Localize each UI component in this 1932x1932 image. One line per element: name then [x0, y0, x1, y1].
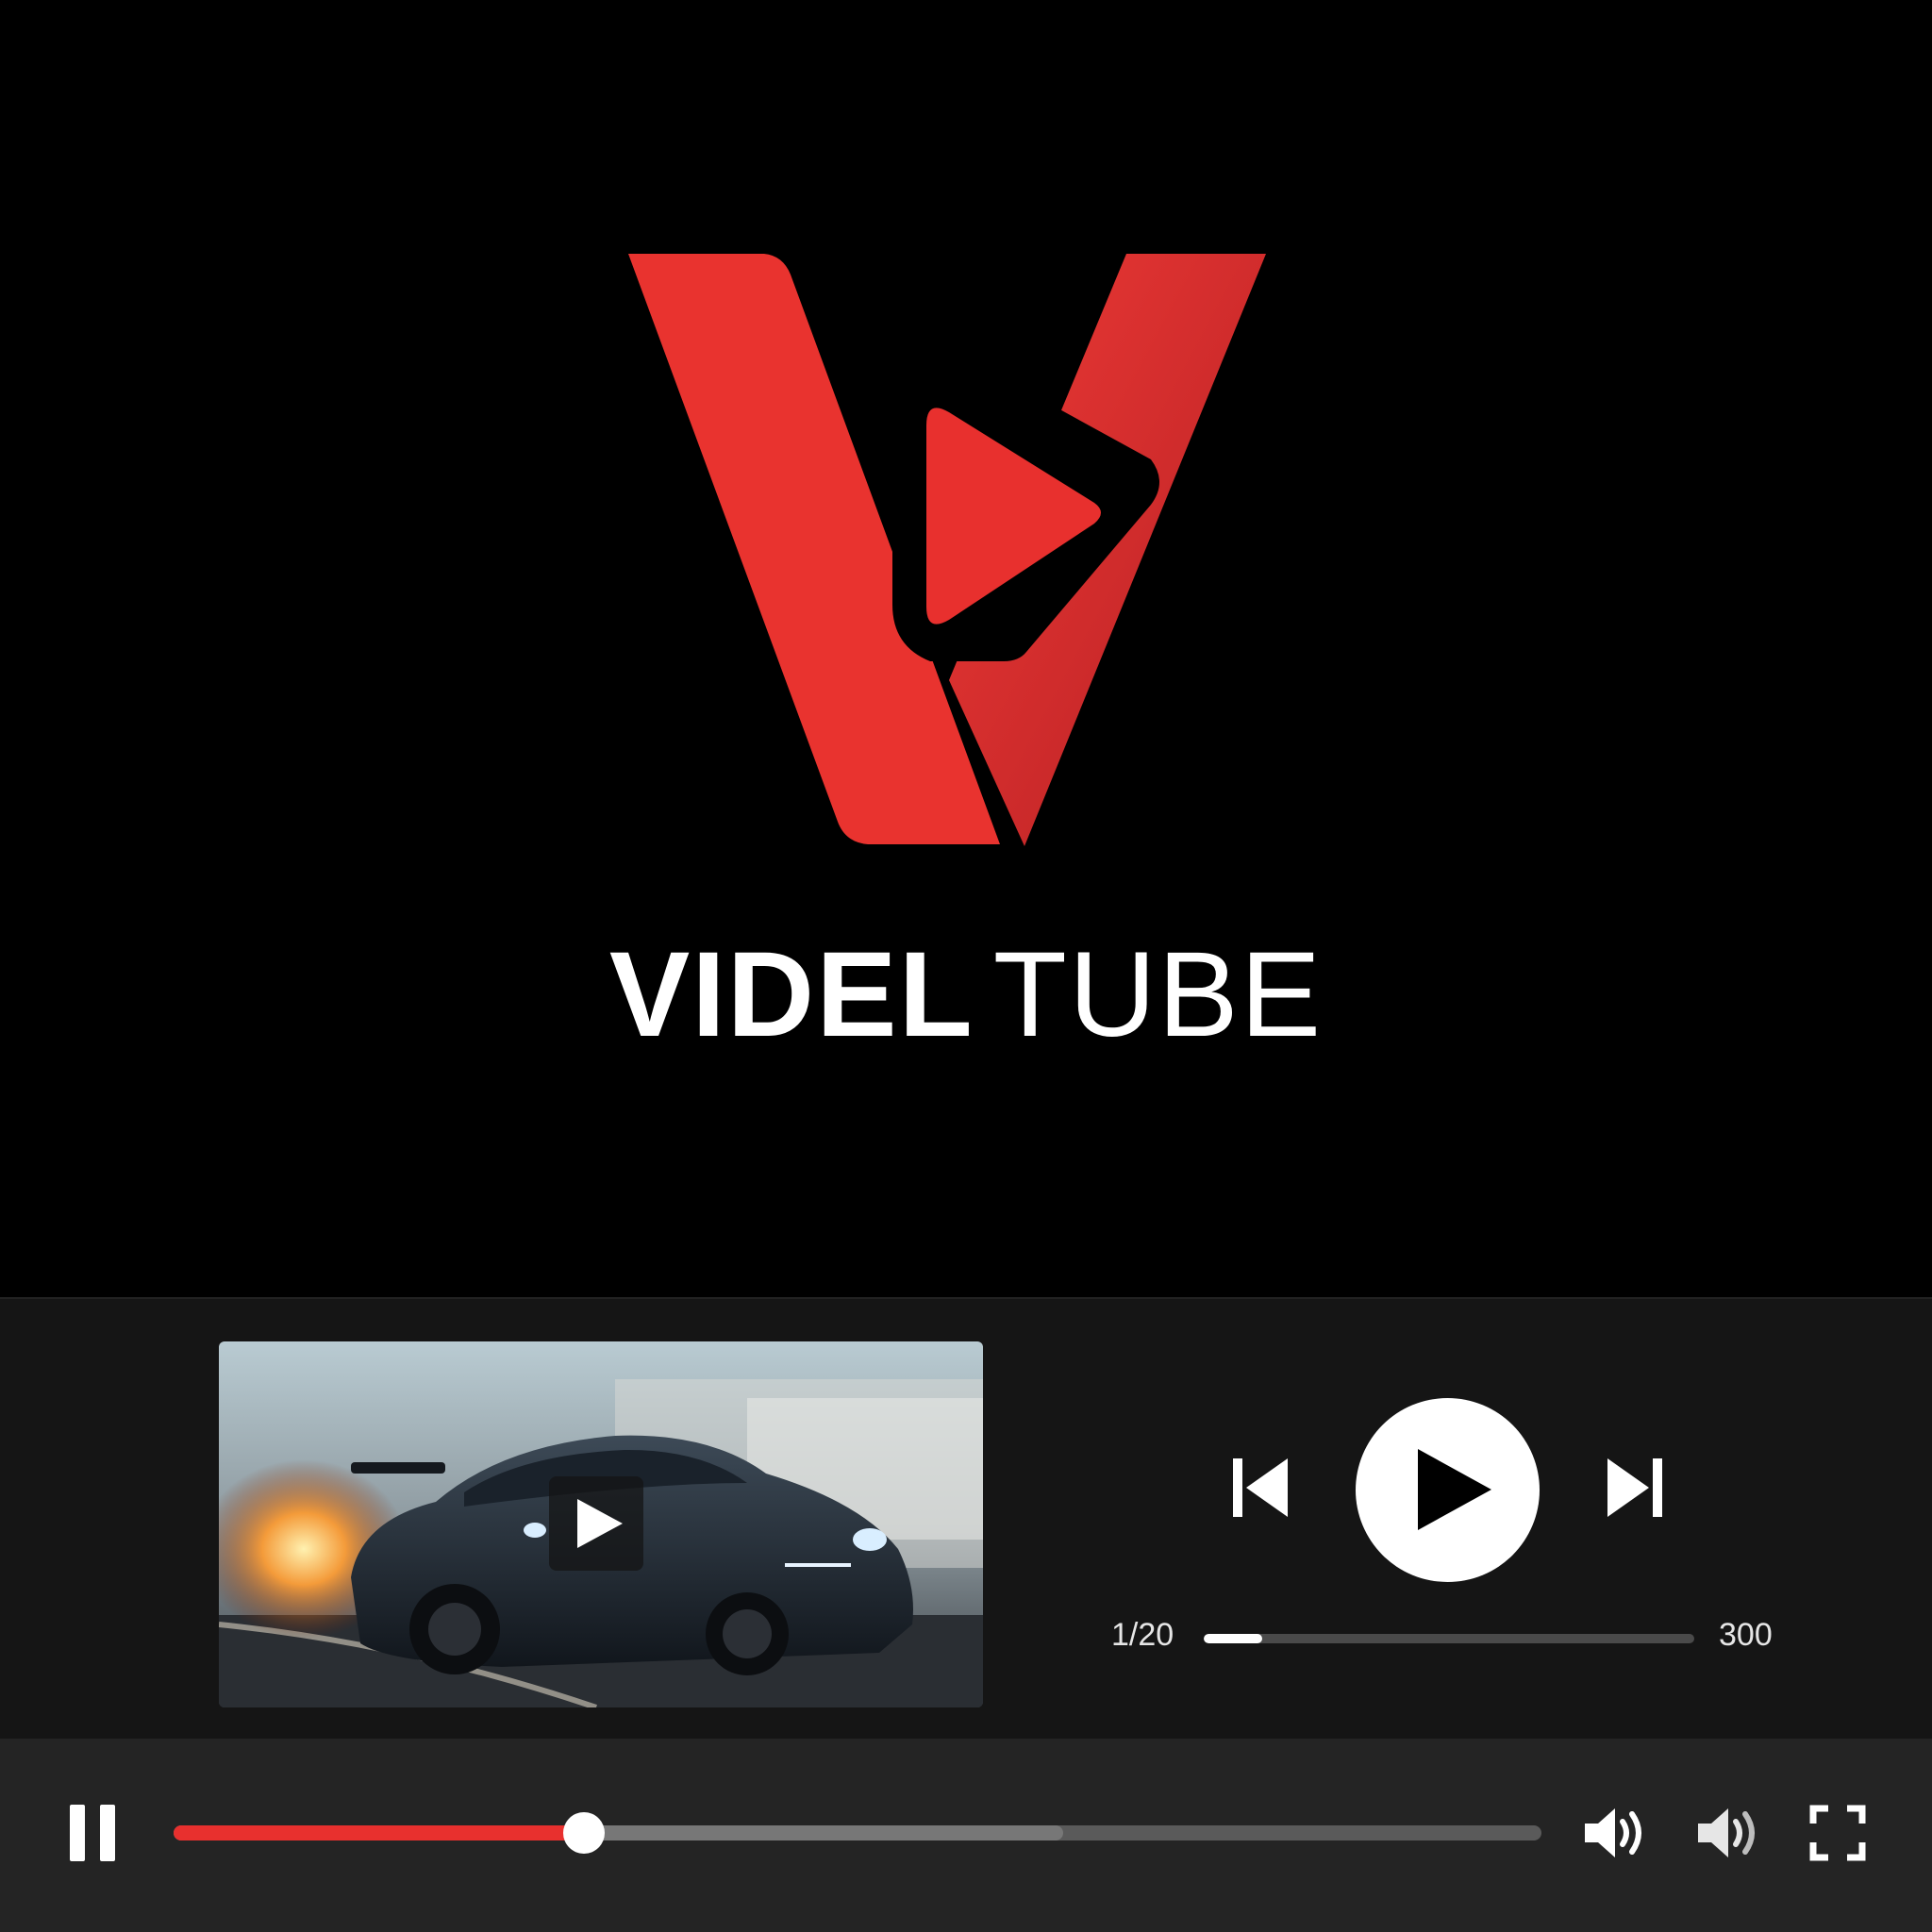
volume-icon: [1585, 1808, 1641, 1857]
playlist-progress-bar[interactable]: [1204, 1634, 1694, 1643]
fullscreen-icon: [1809, 1805, 1866, 1861]
seek-bar[interactable]: [174, 1812, 1541, 1854]
play-icon: [1418, 1449, 1491, 1530]
playlist-position: 1/20: [1111, 1617, 1174, 1653]
seek-played: [174, 1825, 584, 1840]
player-control-bar: [0, 1739, 1932, 1932]
thumbnail-play-button[interactable]: [549, 1476, 643, 1571]
play-button[interactable]: [1356, 1398, 1540, 1582]
playlist-progress-fill: [1204, 1634, 1263, 1643]
pause-icon: [70, 1805, 115, 1861]
brand-wordmark: VIDEL TUBE: [0, 929, 1932, 1061]
skip-previous-icon: [1233, 1458, 1288, 1517]
volume-low-icon: [1698, 1808, 1755, 1857]
now-playing-panel: 1/20 300: [0, 1297, 1932, 1740]
brand-name-light: TUBE: [992, 927, 1324, 1062]
videltube-logo: [628, 254, 1266, 846]
next-button[interactable]: [1604, 1455, 1664, 1521]
pause-button[interactable]: [68, 1803, 119, 1863]
video-thumbnail[interactable]: [219, 1341, 983, 1707]
skip-next-icon: [1607, 1458, 1662, 1517]
previous-button[interactable]: [1231, 1455, 1291, 1521]
playlist-total: 300: [1719, 1617, 1773, 1653]
hero-section: VIDEL TUBE: [0, 0, 1932, 1297]
seek-handle[interactable]: [563, 1812, 605, 1854]
brand-name-bold: VIDEL: [608, 927, 974, 1062]
volume-button[interactable]: [1581, 1803, 1647, 1863]
volume-level-button[interactable]: [1694, 1803, 1760, 1863]
play-icon: [577, 1499, 623, 1548]
fullscreen-button[interactable]: [1809, 1805, 1866, 1861]
